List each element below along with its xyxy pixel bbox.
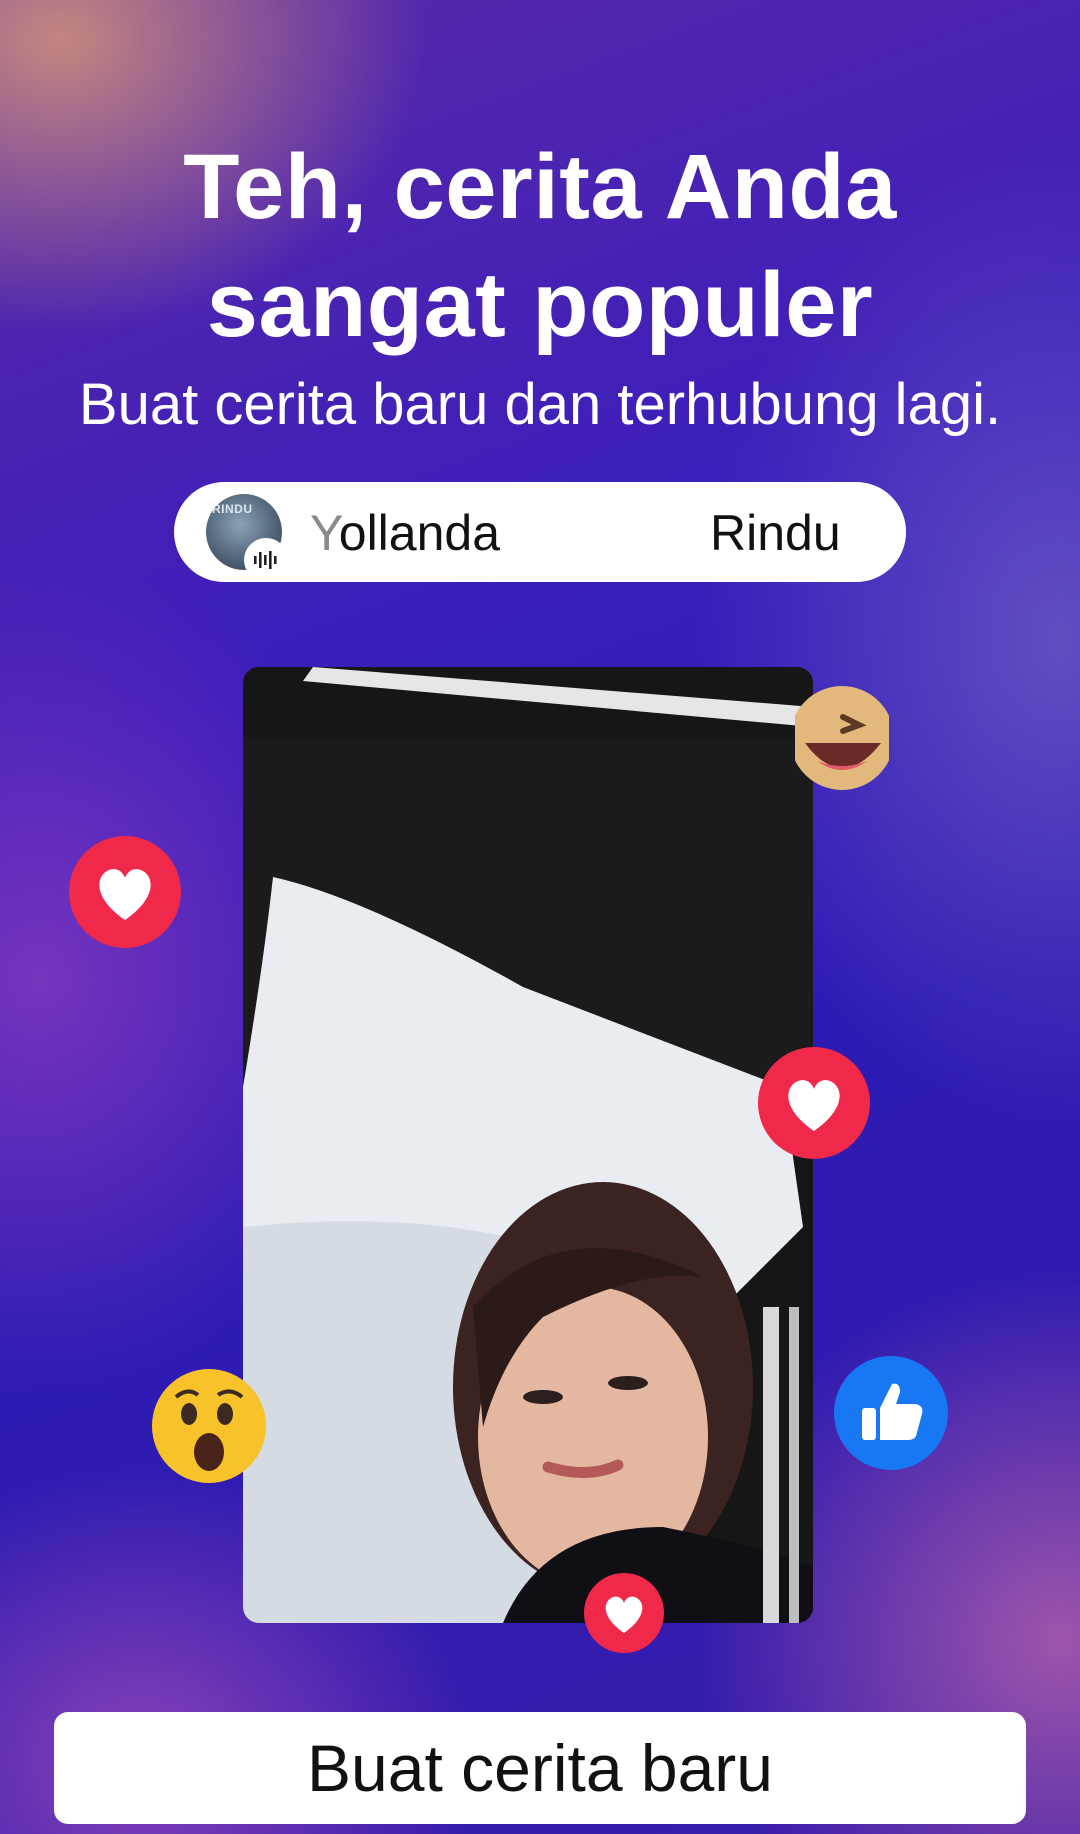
story-photo [243,667,813,1623]
heart-icon [584,1573,664,1653]
audio-wave-icon [244,538,288,582]
wow-icon [152,1369,266,1483]
heart-icon [758,1047,870,1159]
haha-icon [795,681,889,795]
headline: Teh, cerita Anda sangat populer [0,128,1080,364]
song-title: Rindu [710,505,841,561]
heart-icon [69,836,181,948]
headline-line-1: Teh, cerita Anda [183,136,897,238]
album-cover-text: RINDU [212,502,253,516]
artist-name-rest: ollanda [338,505,501,561]
music-sticker[interactable]: RINDU Yollanda Rindu [174,482,906,582]
headline-line-2: sangat populer [206,254,874,356]
subheadline: Buat cerita baru dan terhubung lagi. [78,372,1002,437]
artist-name: Yollanda [310,504,500,562]
marquee-fade [846,482,906,582]
create-story-button[interactable]: Buat cerita baru [54,1712,1026,1824]
like-icon [834,1356,948,1470]
artist-name-first-letter: Y [310,505,339,561]
